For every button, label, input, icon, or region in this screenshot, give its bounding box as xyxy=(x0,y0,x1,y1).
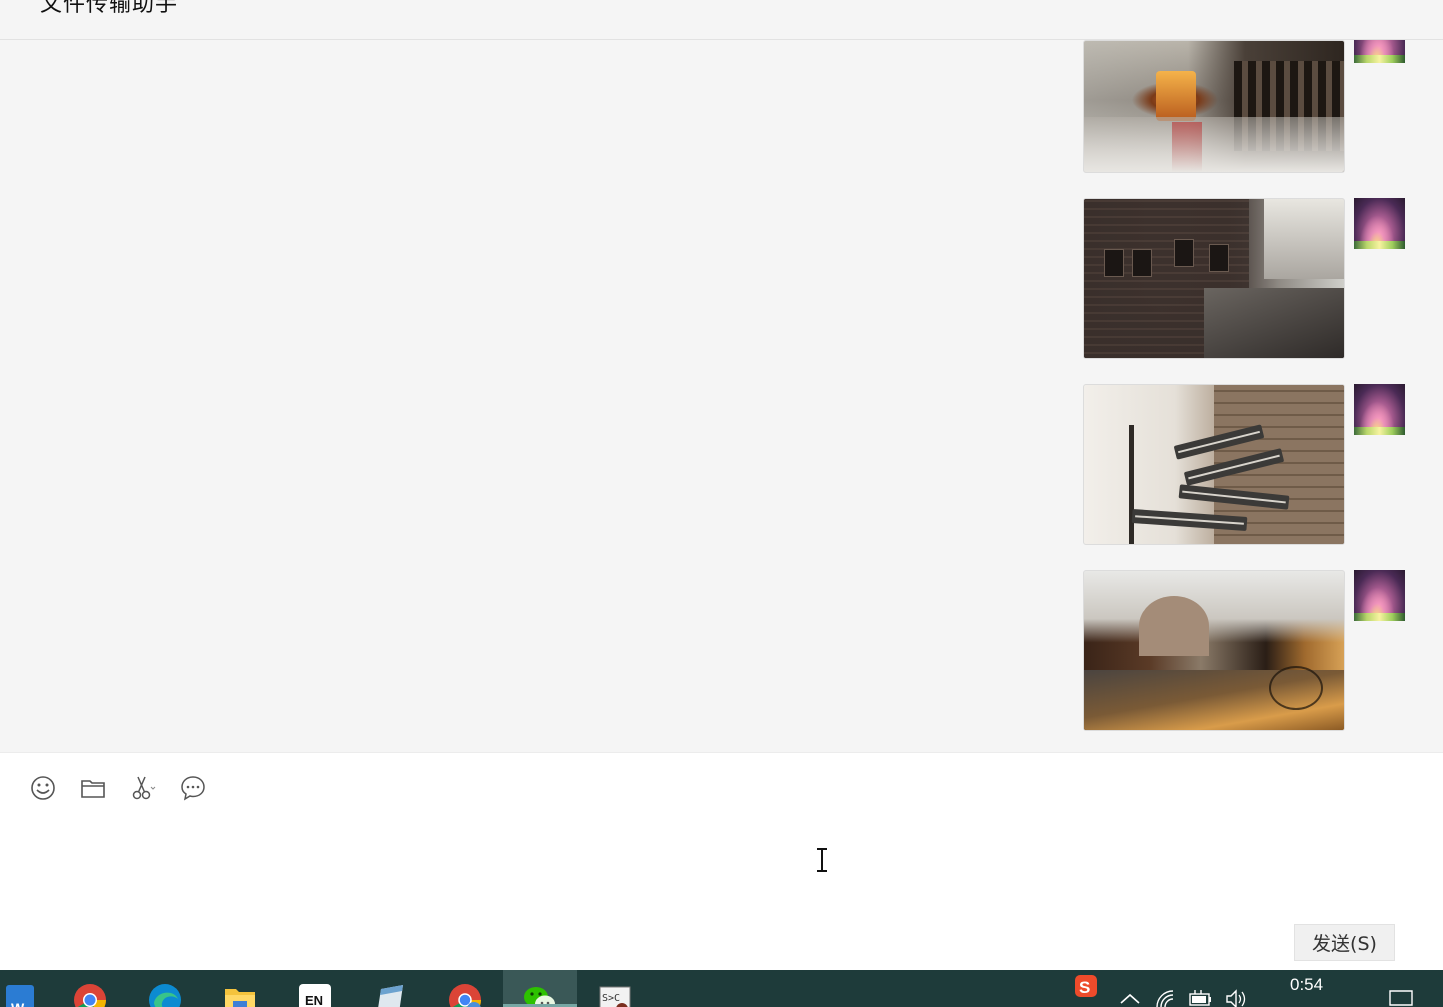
chat-bubble-icon[interactable] xyxy=(178,773,208,803)
chrome-icon xyxy=(74,984,107,1007)
word-icon: W xyxy=(6,985,34,1007)
taskbar-edge[interactable] xyxy=(128,970,202,1007)
text-cursor-icon xyxy=(817,848,827,872)
battery-icon[interactable] xyxy=(1189,988,1213,1007)
message-list[interactable] xyxy=(0,40,1443,752)
taskbar-wechat[interactable] xyxy=(503,970,577,1007)
chat-title: 文件传输助手 xyxy=(40,0,179,17)
taskbar-word[interactable]: W xyxy=(0,970,56,1007)
avatar[interactable] xyxy=(1354,198,1405,249)
terminal-icon: S>C xyxy=(599,986,631,1007)
chrome-profile-icon xyxy=(449,984,482,1007)
clock[interactable]: 0:54 xyxy=(1290,975,1323,995)
message-input[interactable] xyxy=(20,813,1420,913)
folder-icon[interactable] xyxy=(78,773,108,803)
emoji-icon[interactable] xyxy=(28,773,58,803)
chevron-up-icon[interactable] xyxy=(1118,988,1142,1007)
sogou-ime-icon[interactable]: S xyxy=(1074,974,1098,998)
svg-text:W: W xyxy=(11,1000,25,1007)
chat-header: 文件传输助手 xyxy=(0,0,1443,40)
taskbar-input-method[interactable]: EN xyxy=(278,970,352,1007)
svg-text:EN: EN xyxy=(305,993,323,1007)
notification-icon[interactable] xyxy=(1388,988,1414,1007)
image-message[interactable] xyxy=(1083,570,1345,731)
volume-icon[interactable] xyxy=(1225,988,1249,1007)
edge-icon xyxy=(149,984,181,1007)
avatar[interactable] xyxy=(1354,40,1405,63)
input-area: 发送(S) xyxy=(0,752,1443,971)
taskbar-terminal[interactable]: S>C xyxy=(578,970,652,1007)
wifi-icon[interactable] xyxy=(1154,988,1178,1007)
en-input-icon: EN xyxy=(299,984,331,1007)
wechat-icon xyxy=(524,987,555,1007)
image-message[interactable] xyxy=(1083,40,1345,173)
taskbar-notepad[interactable] xyxy=(353,970,427,1007)
taskbar-file-explorer[interactable] xyxy=(203,970,277,1007)
send-button[interactable]: 发送(S) xyxy=(1294,924,1395,961)
taskbar: W EN xyxy=(0,970,1443,1007)
taskbar-chrome-profile[interactable] xyxy=(428,970,502,1007)
svg-text:S>C: S>C xyxy=(602,993,620,1004)
svg-text:S: S xyxy=(1079,978,1090,997)
scissors-icon[interactable] xyxy=(128,773,158,803)
input-toolbar xyxy=(28,771,208,805)
notepad-icon xyxy=(378,985,403,1007)
file-explorer-icon xyxy=(225,989,255,1007)
image-message[interactable] xyxy=(1083,384,1345,545)
image-message[interactable] xyxy=(1083,198,1345,359)
avatar[interactable] xyxy=(1354,384,1405,435)
taskbar-chrome[interactable] xyxy=(53,970,127,1007)
avatar[interactable] xyxy=(1354,570,1405,621)
